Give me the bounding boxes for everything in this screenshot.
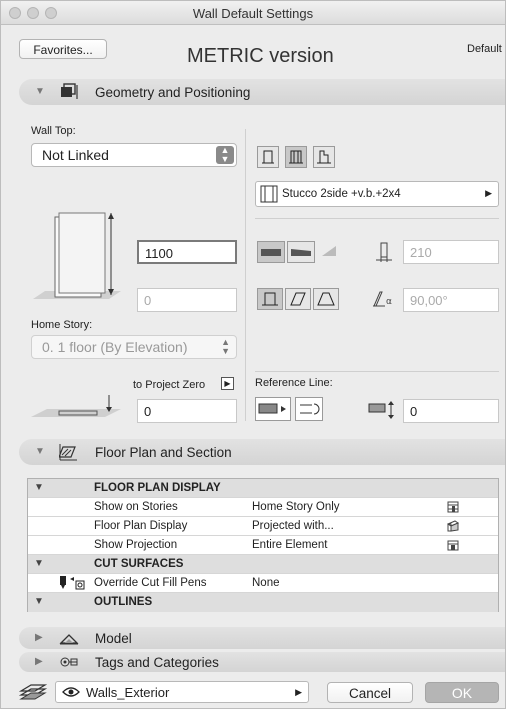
wall-trapezoid-button[interactable] (317, 241, 341, 263)
window-title: Wall Default Settings (192, 6, 314, 21)
to-project-zero-label: to Project Zero (133, 379, 206, 391)
wall-type-straight-button[interactable] (257, 146, 279, 168)
wall-angle-input[interactable]: 90,00° (403, 288, 499, 312)
column-divider (245, 129, 246, 421)
section-floor-plan[interactable]: ▼ Floor Plan and Section (19, 439, 505, 465)
table-row[interactable]: Show on Stories Home Story Only (28, 498, 498, 517)
wall-type-composite-button[interactable] (285, 146, 307, 168)
section-label: Geometry and Positioning (95, 85, 251, 100)
group-header-cut-surfaces[interactable]: ▼ CUT SURFACES (28, 555, 498, 574)
elevation-reference-icon (31, 395, 121, 417)
section-model[interactable]: ▶ Model (19, 627, 505, 649)
wall-default-settings-dialog: Wall Default Settings Favorites... METRI… (0, 0, 506, 709)
wall-type-profile-button[interactable] (313, 146, 335, 168)
group-collapse-icon[interactable]: ▼ (34, 558, 44, 569)
version-title: METRIC version (187, 45, 334, 67)
section-label: Floor Plan and Section (95, 445, 232, 460)
projected-display-icon (446, 520, 460, 532)
group-collapse-icon[interactable]: ▼ (34, 596, 44, 607)
model-icon (59, 634, 79, 645)
group-collapse-icon[interactable]: ▼ (34, 482, 44, 493)
cut-fill-pens-icon (60, 576, 85, 590)
composite-pattern-icon (260, 185, 278, 203)
flip-reference-line-button[interactable] (295, 397, 323, 421)
wall-top-value: Not Linked (42, 147, 109, 163)
wall-height-input[interactable]: 1100 (137, 240, 237, 264)
wall-height-preview-icon (33, 212, 121, 299)
wall-structure-double-slanted-button[interactable] (313, 288, 339, 310)
group-header-outlines[interactable]: ▼ OUTLINES (28, 593, 498, 612)
home-story-value: 0. 1 floor (By Elevation) (42, 339, 188, 355)
table-row[interactable]: Floor Plan Display Projected with... (28, 517, 498, 536)
entire-element-icon (447, 540, 459, 551)
eye-icon (62, 687, 80, 697)
story-display-icon (447, 501, 459, 513)
submenu-arrow-icon: ▶ (295, 687, 302, 697)
section-label: Model (95, 631, 132, 646)
layer-value: Walls_Exterior (86, 685, 170, 700)
wall-thickness-input[interactable]: 210 (403, 240, 499, 264)
reference-line-label: Reference Line: (255, 377, 333, 389)
dropdown-stepper-icon: ▲ ▼ (221, 337, 230, 356)
wall-flat-button[interactable] (257, 241, 285, 263)
layers-icon (19, 684, 47, 700)
wall-slanted-button[interactable] (287, 241, 315, 263)
wall-geometry-icon (61, 83, 78, 99)
table-row[interactable]: Show Projection Entire Element (28, 536, 498, 555)
section-geometry-positioning[interactable]: ▼ Geometry and Positioning (19, 79, 505, 105)
group-header-floor-plan-display[interactable]: ▼ FLOOR PLAN DISPLAY (28, 479, 498, 498)
table-row[interactable]: Override Cut Fill Pens None (28, 574, 498, 593)
ok-button[interactable]: OK (425, 682, 499, 703)
collapse-triangle-icon[interactable]: ▼ (35, 86, 45, 97)
submenu-arrow-icon: ▶ (485, 188, 492, 198)
wall-top-dropdown[interactable]: Not Linked ▲ ▼ (31, 143, 237, 167)
home-story-label: Home Story: (31, 319, 93, 331)
reference-line-offset-input[interactable]: 0 (403, 399, 499, 423)
cancel-button[interactable]: Cancel (327, 682, 413, 703)
divider (255, 371, 499, 372)
wall-structure-straight-button[interactable] (257, 288, 283, 310)
composite-structure-value: Stucco 2side +v.b.+2x4 (282, 188, 401, 200)
wall-structure-inclined-button[interactable] (285, 288, 311, 310)
bottom-offset-input[interactable]: 0 (137, 288, 237, 312)
project-zero-menu-icon[interactable]: ▶ (221, 377, 234, 390)
dropdown-stepper-icon: ▲ ▼ (216, 146, 234, 164)
divider (255, 218, 499, 219)
section-tags-categories[interactable]: ▶ Tags and Categories (19, 652, 505, 672)
layer-dropdown[interactable]: Walls_Exterior ▶ (55, 681, 309, 703)
floor-plan-section-icon (59, 444, 77, 461)
svg-text:α: α (386, 297, 392, 307)
favorites-button[interactable]: Favorites... (19, 39, 107, 59)
reference-line-dropdown[interactable] (255, 397, 291, 421)
wall-angle-icon: α (373, 291, 392, 307)
default-label: Default (467, 43, 502, 55)
expand-triangle-icon[interactable]: ▶ (35, 632, 43, 643)
collapse-triangle-icon[interactable]: ▼ (35, 446, 45, 457)
wall-thickness-icon (376, 242, 392, 262)
wall-top-label: Wall Top: (31, 125, 76, 137)
home-story-dropdown[interactable]: 0. 1 floor (By Elevation) ▲ ▼ (31, 335, 237, 359)
floor-plan-settings-table: ▼ FLOOR PLAN DISPLAY Show on Stories Hom… (27, 478, 499, 612)
expand-triangle-icon[interactable]: ▶ (35, 656, 43, 667)
title-bar: Wall Default Settings (1, 1, 505, 25)
composite-structure-dropdown[interactable]: Stucco 2side +v.b.+2x4 ▶ (255, 181, 499, 207)
tags-icon (60, 657, 78, 667)
reference-line-offset-icon (368, 401, 394, 419)
section-label: Tags and Categories (95, 655, 219, 670)
project-zero-input[interactable]: 0 (137, 399, 237, 423)
